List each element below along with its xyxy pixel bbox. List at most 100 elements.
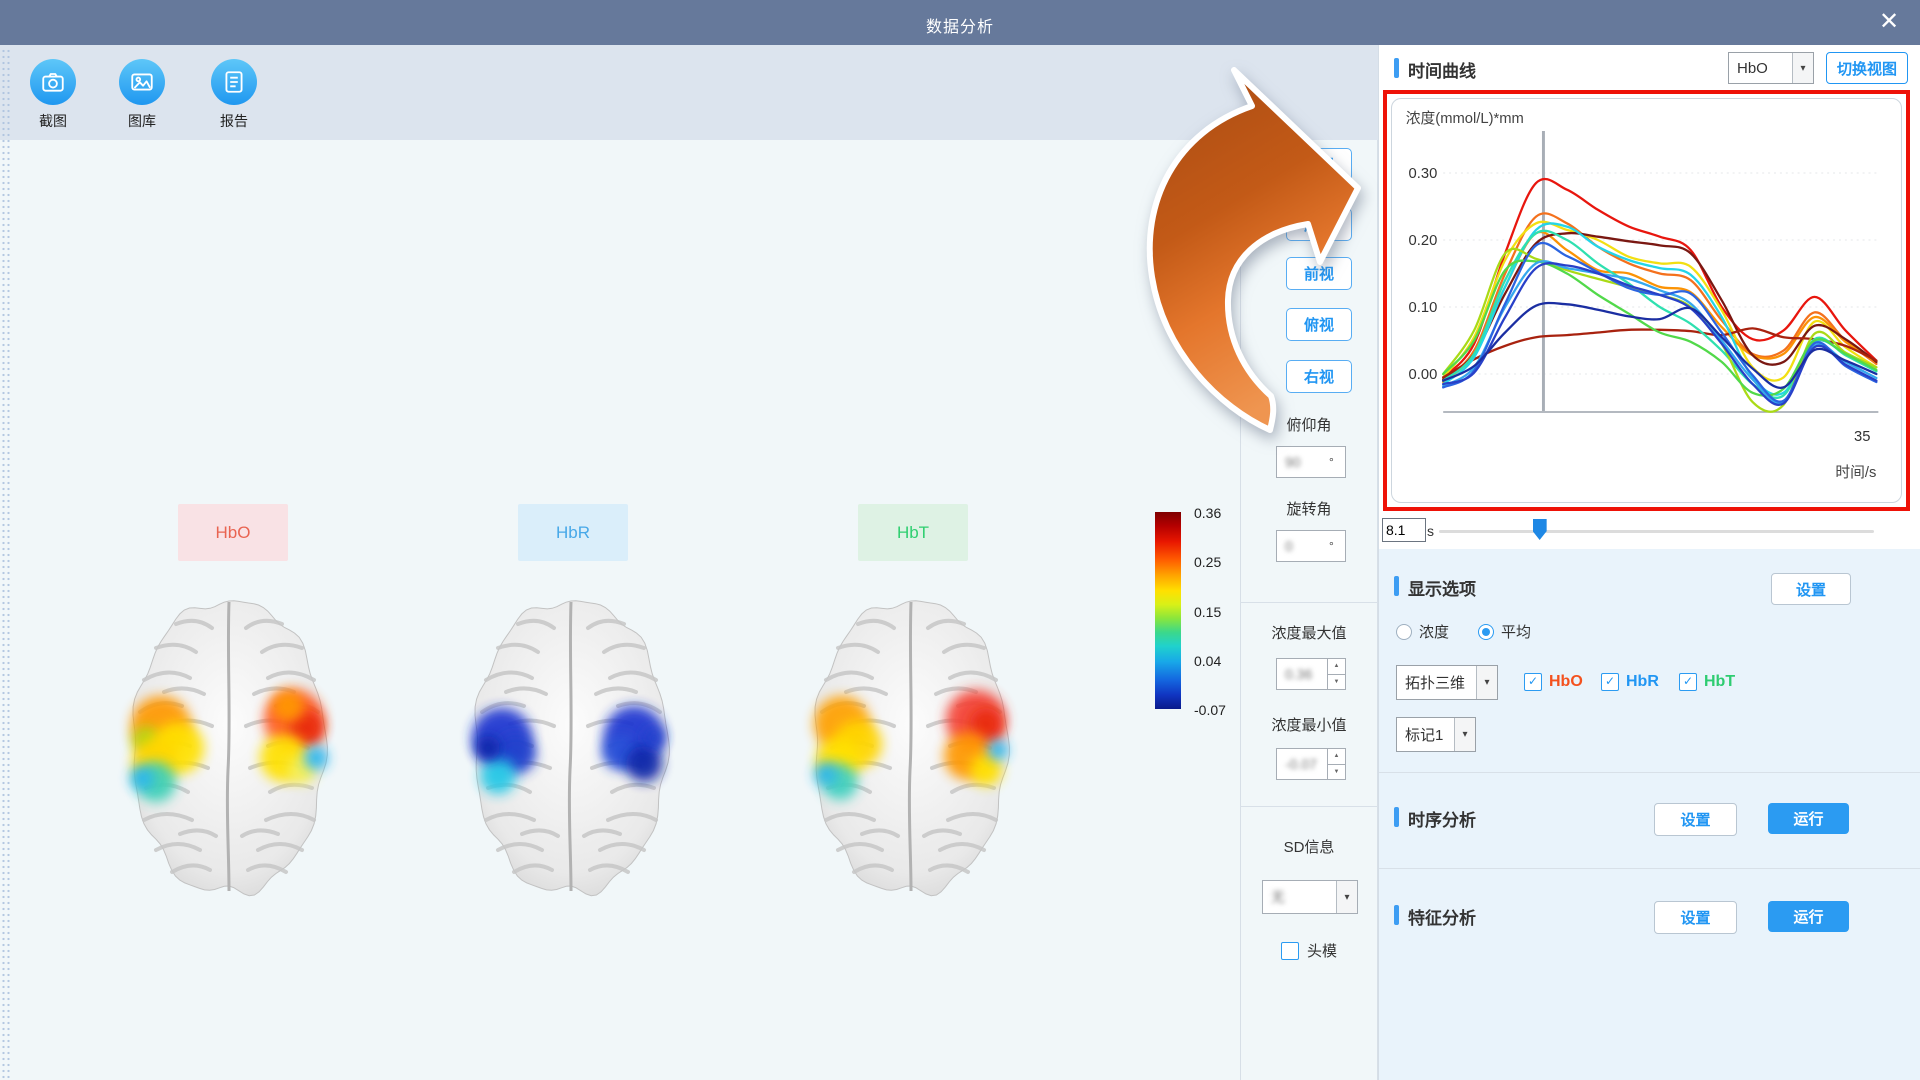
spin-down-icon[interactable]: ▼ [1328,765,1345,780]
pitch-angle-label: 俯仰角 [1240,414,1378,435]
time-unit-label: s [1427,523,1434,539]
view-left-button[interactable]: 左视 [1286,148,1352,181]
map-label-hbt: HbT [858,504,968,561]
chevron-down-icon[interactable]: ▾ [1454,718,1475,751]
checkbox-checked-icon: ✓ [1679,673,1697,691]
gallery-icon [119,59,165,105]
time-slider-track[interactable] [1439,530,1874,533]
activation-patch [644,728,664,748]
sd-info-label: SD信息 [1240,836,1378,857]
conc-max-label: 浓度最大值 [1240,622,1378,643]
brain-midline [909,602,911,891]
map-label-hbr: HbR [518,504,628,561]
time-input[interactable] [1382,518,1426,542]
display-settings-button[interactable]: 设置 [1771,573,1851,605]
head-model-label: 头模 [1307,940,1337,961]
divider [1379,868,1920,869]
brain-midline [227,602,229,891]
timeseries-settings-button[interactable]: 设置 [1654,803,1737,836]
radio-icon [1396,624,1412,640]
sd-info-value: 无 [1263,881,1336,913]
window-title: 数据分析 [0,13,1920,37]
brain-map-hbt[interactable] [798,588,1024,906]
section-tick [1394,58,1399,78]
radio-selected-icon [1478,624,1494,640]
radio-concentration[interactable]: 浓度 [1396,621,1449,642]
x-end-tick: 35 [1854,429,1870,445]
curve-series [1443,223,1876,394]
brain-midline [569,602,571,891]
section-tick [1394,807,1399,827]
rotate-angle-label: 旋转角 [1240,498,1378,519]
switch-view-button[interactable]: 切换视图 [1826,52,1908,84]
gallery-button[interactable]: 图库 [109,59,175,131]
report-icon [211,59,257,105]
chevron-down-icon[interactable]: ▾ [1476,666,1497,699]
marker-dropdown[interactable]: 标记1 ▾ [1396,717,1476,752]
pitch-angle-value: 90 [1277,454,1329,470]
time-curve-chart-frame: 浓度(mmol/L)*mm0.300.200.100.0035时间/s [1383,90,1910,511]
view-right-button[interactable]: 右视 [1286,360,1352,393]
timeseries-title: 时序分析 [1408,806,1476,831]
title-bar: 数据分析 ✕ [0,0,1920,45]
y-tick-label: 0.20 [1409,233,1438,249]
activation-patch [130,766,154,790]
camera-icon [30,59,76,105]
sd-info-dropdown[interactable]: 无 ▾ [1262,880,1358,914]
rotate-angle-spinner[interactable]: 0 ° [1276,530,1346,562]
activation-patch [304,746,328,770]
radio-average[interactable]: 平均 [1478,621,1531,642]
report-button[interactable]: 报告 [201,59,267,131]
hbo-checkbox-label: HbO [1549,673,1583,691]
head-model-checkbox[interactable] [1281,942,1299,960]
divider [1240,806,1378,807]
y-tick-label: 0.10 [1409,300,1438,316]
checkbox-checked-icon: ✓ [1524,673,1542,691]
view-front-button[interactable]: 前视 [1286,257,1352,290]
hbo-checkbox[interactable]: ✓ HbO [1524,673,1583,691]
view-control-panel: 左视 后视 前视 俯视 右视 俯仰角 90 ° 旋转角 0 ° 浓度最大值 0.… [1240,140,1378,1080]
rotate-angle-value: 0 [1277,538,1329,554]
screenshot-label: 截图 [20,111,86,131]
hbt-checkbox[interactable]: ✓ HbT [1679,673,1735,691]
hbr-checkbox-label: HbR [1626,673,1659,691]
hbr-checkbox[interactable]: ✓ HbR [1601,673,1659,691]
brain-map-hbo[interactable] [116,588,342,906]
activation-patch [988,740,1008,760]
activation-patch [480,758,516,794]
spin-up-icon[interactable]: ▲ [1328,659,1345,675]
hbt-checkbox-label: HbT [1704,673,1735,691]
section-tick [1394,905,1399,925]
brain-canvas: HbO HbR HbT 0.360.250.150.04-0.07 [0,140,1378,1080]
conc-min-spinner[interactable]: -0.07 ▲▼ [1276,748,1346,780]
chart-y-axis-label: 浓度(mmol/L)*mm [1406,110,1524,127]
view-back-button[interactable]: 后视 [1286,208,1352,241]
chevron-down-icon[interactable]: ▾ [1336,881,1357,913]
view-top-button[interactable]: 俯视 [1286,308,1352,341]
timeseries-run-button[interactable]: 运行 [1768,803,1849,834]
spin-up-icon[interactable]: ▲ [1328,749,1345,765]
hemoglobin-dropdown-value: HbO [1729,60,1792,77]
topology-dropdown[interactable]: 拓扑三维 ▾ [1396,665,1498,700]
brain-map-hbr[interactable] [458,588,684,906]
conc-max-spinner[interactable]: 0.36 ▲▼ [1276,658,1346,690]
toolbar: 截图 图库 报告 [0,45,1378,140]
activation-patch [476,736,500,760]
display-options-title: 显示选项 [1408,575,1476,600]
hemoglobin-dropdown[interactable]: HbO ▾ [1728,52,1814,84]
feature-settings-button[interactable]: 设置 [1654,901,1737,934]
pitch-angle-spinner[interactable]: 90 ° [1276,446,1346,478]
chevron-down-icon[interactable]: ▾ [1792,53,1813,83]
conc-min-label: 浓度最小值 [1240,714,1378,735]
radio-concentration-label: 浓度 [1419,621,1449,642]
time-slider-handle[interactable] [1533,519,1547,540]
screenshot-button[interactable]: 截图 [20,59,86,131]
time-slider-row: s [1379,515,1920,549]
close-icon[interactable]: ✕ [1872,8,1906,38]
feature-run-button[interactable]: 运行 [1768,901,1849,932]
activation-patch [814,762,838,786]
map-label-hbo: HbO [178,504,288,561]
analysis-panel: 时间曲线 HbO ▾ 切换视图 浓度(mmol/L)*mm0.300.200.1… [1378,45,1920,1080]
colorbar [1155,512,1181,709]
spin-down-icon[interactable]: ▼ [1328,675,1345,690]
